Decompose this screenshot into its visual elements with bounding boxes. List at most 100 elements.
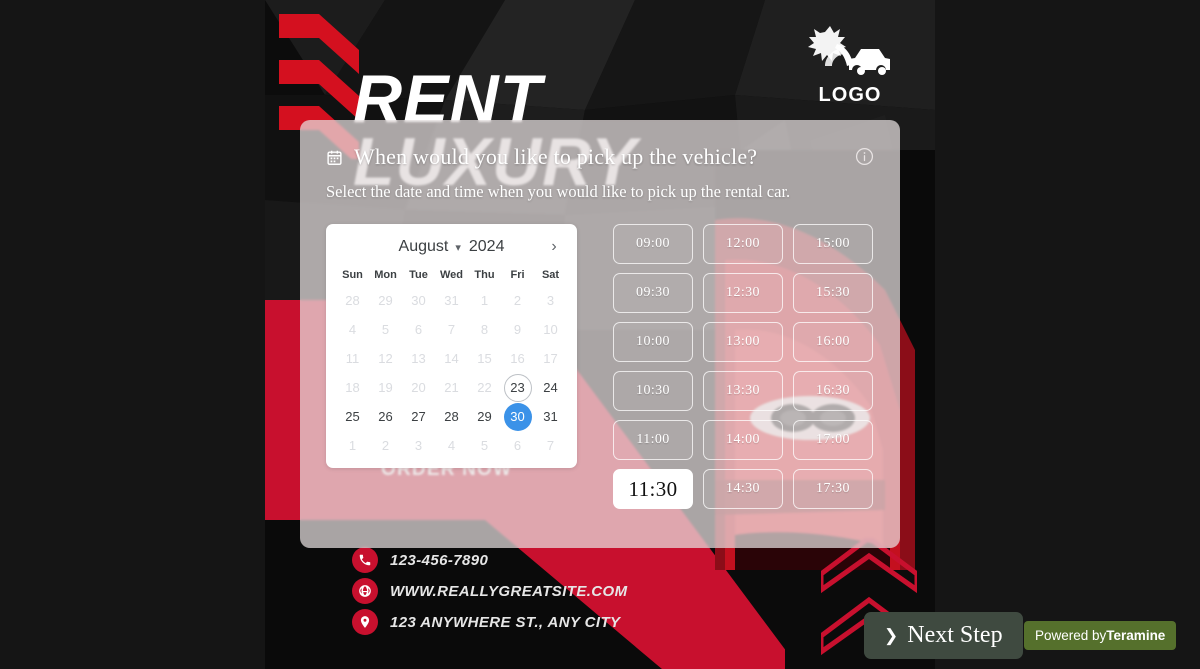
calendar-day: 21 (435, 373, 468, 402)
calendar-header: August ▾ 2024 › (336, 234, 567, 260)
calendar-day-label: 5 (480, 438, 489, 453)
calendar-day-label: 13 (411, 351, 426, 366)
time-slot[interactable]: 11:00 (613, 420, 693, 460)
calendar-day-label: 4 (447, 438, 456, 453)
calendar-day-label: 22 (477, 380, 492, 395)
phone-icon (352, 547, 378, 573)
calendar-day[interactable]: 30 (501, 402, 534, 431)
time-slot[interactable]: 13:00 (703, 322, 783, 362)
calendar-day-label: 31 (543, 409, 558, 424)
date-picker-calendar[interactable]: August ▾ 2024 › Sun Mon Tue Wed Thu Fri Sat 28… (326, 224, 577, 468)
calendar-day-label: 1 (348, 438, 357, 453)
calendar-day: 19 (369, 373, 402, 402)
calendar-day: 7 (435, 315, 468, 344)
calendar-day-label: 24 (543, 380, 558, 395)
calendar-day-label: 2 (381, 438, 390, 453)
calendar-day: 4 (435, 431, 468, 460)
calendar-day-label: 27 (411, 409, 426, 424)
calendar-day-label: 26 (378, 409, 393, 424)
car-logo-icon (808, 26, 890, 75)
calendar-day-label: 14 (444, 351, 459, 366)
calendar-day-label: 10 (543, 322, 558, 337)
calendar-day-label: 4 (348, 322, 357, 337)
calendar-day[interactable]: 26 (369, 402, 402, 431)
calendar-day-label: 5 (381, 322, 390, 337)
time-slot[interactable]: 12:30 (703, 273, 783, 313)
calendar-day-label: 17 (543, 351, 558, 366)
calendar-day-label: 21 (444, 380, 459, 395)
weekday-thu: Thu (474, 269, 495, 281)
calendar-day: 29 (369, 286, 402, 315)
calendar-day-label: 8 (480, 322, 489, 337)
calendar-day-label: 15 (477, 351, 492, 366)
calendar-day[interactable]: 23 (501, 373, 534, 402)
time-slot[interactable]: 09:30 (613, 273, 693, 313)
contact-row-address: 123 ANYWHERE ST., ANY CITY (352, 607, 628, 637)
time-slot[interactable]: 11:30 (613, 469, 693, 509)
calendar-day-label: 29 (378, 293, 393, 308)
calendar-day-label: 23 (503, 373, 532, 402)
calendar-day-label: 28 (345, 293, 360, 308)
calendar-day[interactable]: 29 (468, 402, 501, 431)
calendar-day: 6 (402, 315, 435, 344)
calendar-day[interactable]: 27 (402, 402, 435, 431)
time-slot[interactable]: 10:00 (613, 322, 693, 362)
time-slot[interactable]: 16:30 (793, 371, 873, 411)
contact-address-text: 123 ANYWHERE ST., ANY CITY (390, 613, 621, 631)
info-circle-icon[interactable] (855, 147, 874, 166)
time-slot[interactable]: 16:00 (793, 322, 873, 362)
weekday-header-row: Sun Mon Tue Wed Thu Fri Sat (336, 266, 567, 284)
powered-by-badge[interactable]: Powered by Teramine (1024, 621, 1177, 650)
time-slot[interactable]: 14:30 (703, 469, 783, 509)
weekday-tue: Tue (409, 269, 428, 281)
next-step-button[interactable]: ❯ Next Step (864, 612, 1023, 659)
calendar-day: 6 (501, 431, 534, 460)
calendar-day-label: 1 (480, 293, 489, 308)
calendar-day: 31 (435, 286, 468, 315)
time-slot[interactable]: 17:30 (793, 469, 873, 509)
calendar-day: 7 (534, 431, 567, 460)
calendar-day: 28 (336, 286, 369, 315)
time-slot[interactable]: 14:00 (703, 420, 783, 460)
calendar-day: 14 (435, 344, 468, 373)
time-slot[interactable]: 09:00 (613, 224, 693, 264)
logo-label: LOGO (818, 84, 882, 106)
calendar-day: 17 (534, 344, 567, 373)
page-title: When would you like to pick up the vehic… (354, 144, 758, 169)
calendar-day: 8 (468, 315, 501, 344)
contact-website-text: WWW.REALLYGREATSITE.COM (390, 582, 628, 600)
contact-phone-text: 123-456-7890 (390, 551, 489, 569)
calendar-day: 22 (468, 373, 501, 402)
calendar-day: 5 (369, 315, 402, 344)
time-slot[interactable]: 15:30 (793, 273, 873, 313)
weekday-fri: Fri (510, 269, 525, 281)
calendar-day[interactable]: 24 (534, 373, 567, 402)
modal-body: August ▾ 2024 › Sun Mon Tue Wed Thu Fri Sat 28… (326, 224, 874, 509)
calendar-day[interactable]: 25 (336, 402, 369, 431)
month-dropdown[interactable]: August ▾ (399, 238, 461, 256)
time-slot[interactable]: 17:00 (793, 420, 873, 460)
calendar-day-label: 29 (477, 409, 492, 424)
calendar-day: 18 (336, 373, 369, 402)
calendar-day-label: 16 (510, 351, 525, 366)
calendar-icon (326, 149, 343, 166)
calendar-day[interactable]: 31 (534, 402, 567, 431)
pickup-datetime-modal: When would you like to pick up the vehic… (300, 120, 900, 548)
contact-row-phone: 123-456-7890 (352, 545, 628, 575)
calendar-day[interactable]: 28 (435, 402, 468, 431)
month-label: August (398, 238, 449, 255)
location-pin-icon (352, 609, 378, 635)
calendar-day: 13 (402, 344, 435, 373)
calendar-day: 5 (468, 431, 501, 460)
next-month-button[interactable]: › (543, 236, 565, 258)
calendar-day: 3 (534, 286, 567, 315)
modal-title-row: When would you like to pick up the vehic… (326, 144, 874, 170)
calendar-day-label: 9 (513, 322, 522, 337)
calendar-day: 9 (501, 315, 534, 344)
year-label: 2024 (468, 238, 505, 255)
time-slot[interactable]: 12:00 (703, 224, 783, 264)
time-slot[interactable]: 15:00 (793, 224, 873, 264)
calendar-day: 30 (402, 286, 435, 315)
time-slot[interactable]: 13:30 (703, 371, 783, 411)
time-slot[interactable]: 10:30 (613, 371, 693, 411)
